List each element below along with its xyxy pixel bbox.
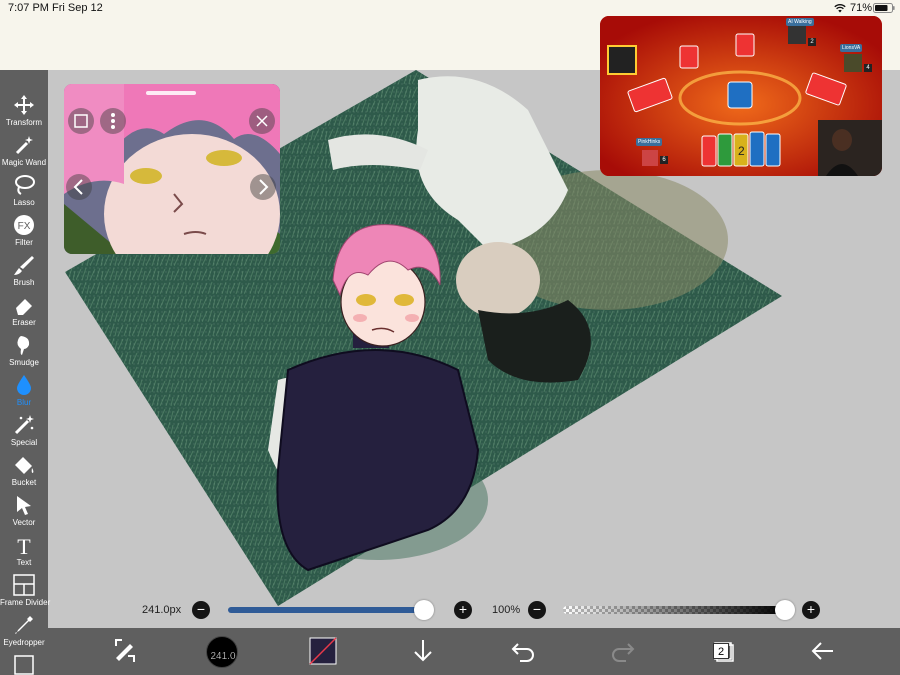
tool-label: Smudge [9,358,39,367]
tool-eraser[interactable]: Eraser [0,292,48,332]
window-resize-button[interactable] [68,108,94,134]
cursor-arrow-icon [17,496,31,515]
tool-label: Eyedropper [3,638,45,647]
svg-text:FX: FX [18,221,31,232]
pip-card-count: 6 [660,156,668,164]
redo-icon[interactable] [608,636,638,666]
tool-blur[interactable]: Blur [0,372,48,412]
battery-percent: 71% [850,2,873,14]
window-close-button[interactable] [249,108,275,134]
brush-icon [14,256,34,275]
reference-image-window[interactable] [64,84,280,254]
canvas-frame-icon [14,655,34,675]
tool-magic-wand[interactable]: Magic Wand [0,132,48,172]
brush-size-slider[interactable] [228,607,430,613]
tool-label: Bucket [11,478,37,487]
tool-sidebar: Transform Magic Wand Lasso FX Filter Bru… [0,70,51,675]
battery-icon [873,3,895,13]
chevron-left-icon [73,179,83,195]
square-icon [74,114,88,128]
opacity-slider[interactable] [563,606,785,614]
smudge-icon [17,336,30,355]
tool-brush[interactable]: Brush [0,252,48,292]
pip-card-count: 4 [864,64,872,72]
size-increase-button[interactable]: + [454,601,472,619]
tool-label: Vector [12,518,36,527]
tool-label: Text [16,558,32,567]
layers-count[interactable]: 2 [713,643,729,659]
droplet-icon [17,375,31,395]
fx-icon: FX [14,215,34,235]
back-arrow-icon[interactable] [808,636,838,666]
tool-frame-divider[interactable]: Frame Divider [0,572,51,612]
sparkle-pen-icon [14,415,34,435]
close-icon [256,115,268,127]
magic-wand-icon [15,136,33,155]
size-decrease-button[interactable]: − [192,601,210,619]
tool-label: Filter [15,238,33,247]
opacity-slider-handle[interactable] [775,600,795,620]
opacity-value: 100% [492,604,521,616]
window-menu-button[interactable] [100,108,126,134]
tool-canvas-frame[interactable] [0,652,48,675]
download-arrow-icon[interactable] [408,636,438,666]
chevron-right-icon [259,179,269,195]
window-drag-handle[interactable] [146,91,196,95]
status-date: Fri Sep 12 [52,2,103,14]
color-circle-value: 241.0 [210,651,236,662]
reference-image [64,84,280,254]
tool-label: Special [10,438,38,447]
frame-divider-icon [13,574,35,596]
brush-size-slider-handle[interactable] [413,600,434,620]
pip-player-name: AI Walking [786,18,814,26]
undo-icon[interactable] [508,636,538,666]
brush-size-value: 241.0px [142,604,182,616]
lasso-icon [15,175,35,195]
tool-transform[interactable]: Transform [0,92,48,132]
opacity-decrease-button[interactable]: − [528,601,546,619]
tool-label: Eraser [12,318,36,327]
opacity-increase-button[interactable]: + [802,601,820,619]
tool-special[interactable]: Special [0,412,48,452]
status-time: 7:07 PM [8,2,49,14]
previous-image-button[interactable] [66,174,92,200]
pip-player-name: LionsVA [840,44,863,52]
tool-label: Brush [13,278,35,287]
pip-video-window[interactable]: AI Walking LionsVA PinkHinks 2 4 6 2 [600,16,882,176]
eyedropper-icon [15,616,33,634]
tool-text[interactable]: T Text [0,532,48,572]
tool-vector[interactable]: Vector [0,492,48,532]
pip-card-count: 2 [808,38,816,46]
more-dots-icon [111,113,115,129]
eraser-icon [16,299,32,315]
tool-smudge[interactable]: Smudge [0,332,48,372]
pip-player-name: PinkHinks [636,138,663,146]
tool-label: Lasso [13,198,35,207]
bottom-toolbar [48,628,900,675]
text-t-icon: T [17,534,31,556]
wifi-icon [834,4,846,13]
tool-label: Transform [5,118,43,127]
tool-label: Blur [16,398,32,407]
tool-label: Magic Wand [1,158,47,167]
tool-eyedropper[interactable]: Eyedropper [0,612,48,652]
move-arrows-icon [14,95,34,115]
adjust-tools-icon[interactable] [110,636,140,666]
svg-text:T: T [17,534,31,556]
tool-bucket[interactable]: Bucket [0,452,48,492]
tool-label: Frame Divider [0,598,51,607]
tool-filter[interactable]: FX Filter [0,212,48,252]
pip-center-card-value: 2 [738,144,745,158]
secondary-color-swatch[interactable] [308,636,338,666]
tool-lasso[interactable]: Lasso [0,172,48,212]
paint-bucket-icon [15,457,34,474]
next-image-button[interactable] [250,174,276,200]
